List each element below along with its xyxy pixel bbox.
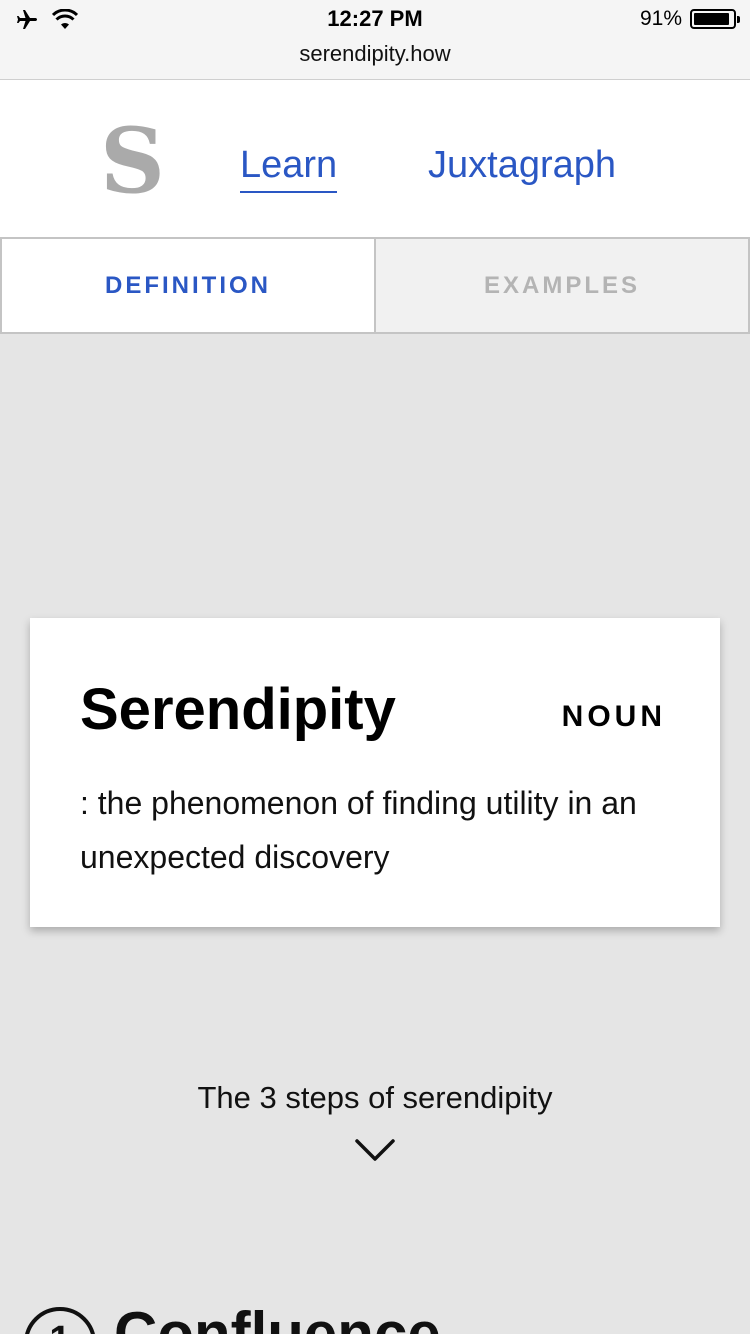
- part-of-speech: NOUN: [561, 700, 666, 733]
- tab-definition[interactable]: DEFINITION: [0, 237, 375, 334]
- step-number-badge: 1: [24, 1307, 96, 1334]
- section-header: 1 Confluence: [24, 1304, 441, 1334]
- definition-word: Serendipity: [80, 677, 396, 742]
- status-time: 12:27 PM: [327, 6, 423, 31]
- step-number: 1: [28, 1319, 92, 1334]
- tab-bar: DEFINITION EXAMPLES: [0, 237, 750, 334]
- site-logo[interactable]: S: [100, 116, 165, 206]
- battery-level: [694, 13, 729, 25]
- ios-status-bar: 12:27 PM 91% serendipity.how: [0, 0, 750, 80]
- steps-label[interactable]: The 3 steps of serendipity: [0, 1080, 750, 1116]
- nav-link-juxtagraph[interactable]: Juxtagraph: [428, 144, 616, 187]
- definition-text: : the phenomenon of finding utility in a…: [80, 785, 637, 875]
- nav-link-learn[interactable]: Learn: [240, 144, 338, 193]
- status-icons-right: 91%: [639, 7, 740, 31]
- battery-percent: 91%: [639, 7, 682, 30]
- url-bar[interactable]: serendipity.how: [0, 41, 750, 67]
- chevron-down-icon[interactable]: [355, 1135, 395, 1165]
- section-title: Confluence: [114, 1300, 441, 1334]
- site-header: S Learn Juxtagraph: [0, 80, 750, 237]
- tab-examples[interactable]: EXAMPLES: [375, 237, 750, 334]
- definition-card: Serendipity NOUN : the phenomenon of fin…: [30, 618, 720, 927]
- battery-icon: [690, 9, 740, 29]
